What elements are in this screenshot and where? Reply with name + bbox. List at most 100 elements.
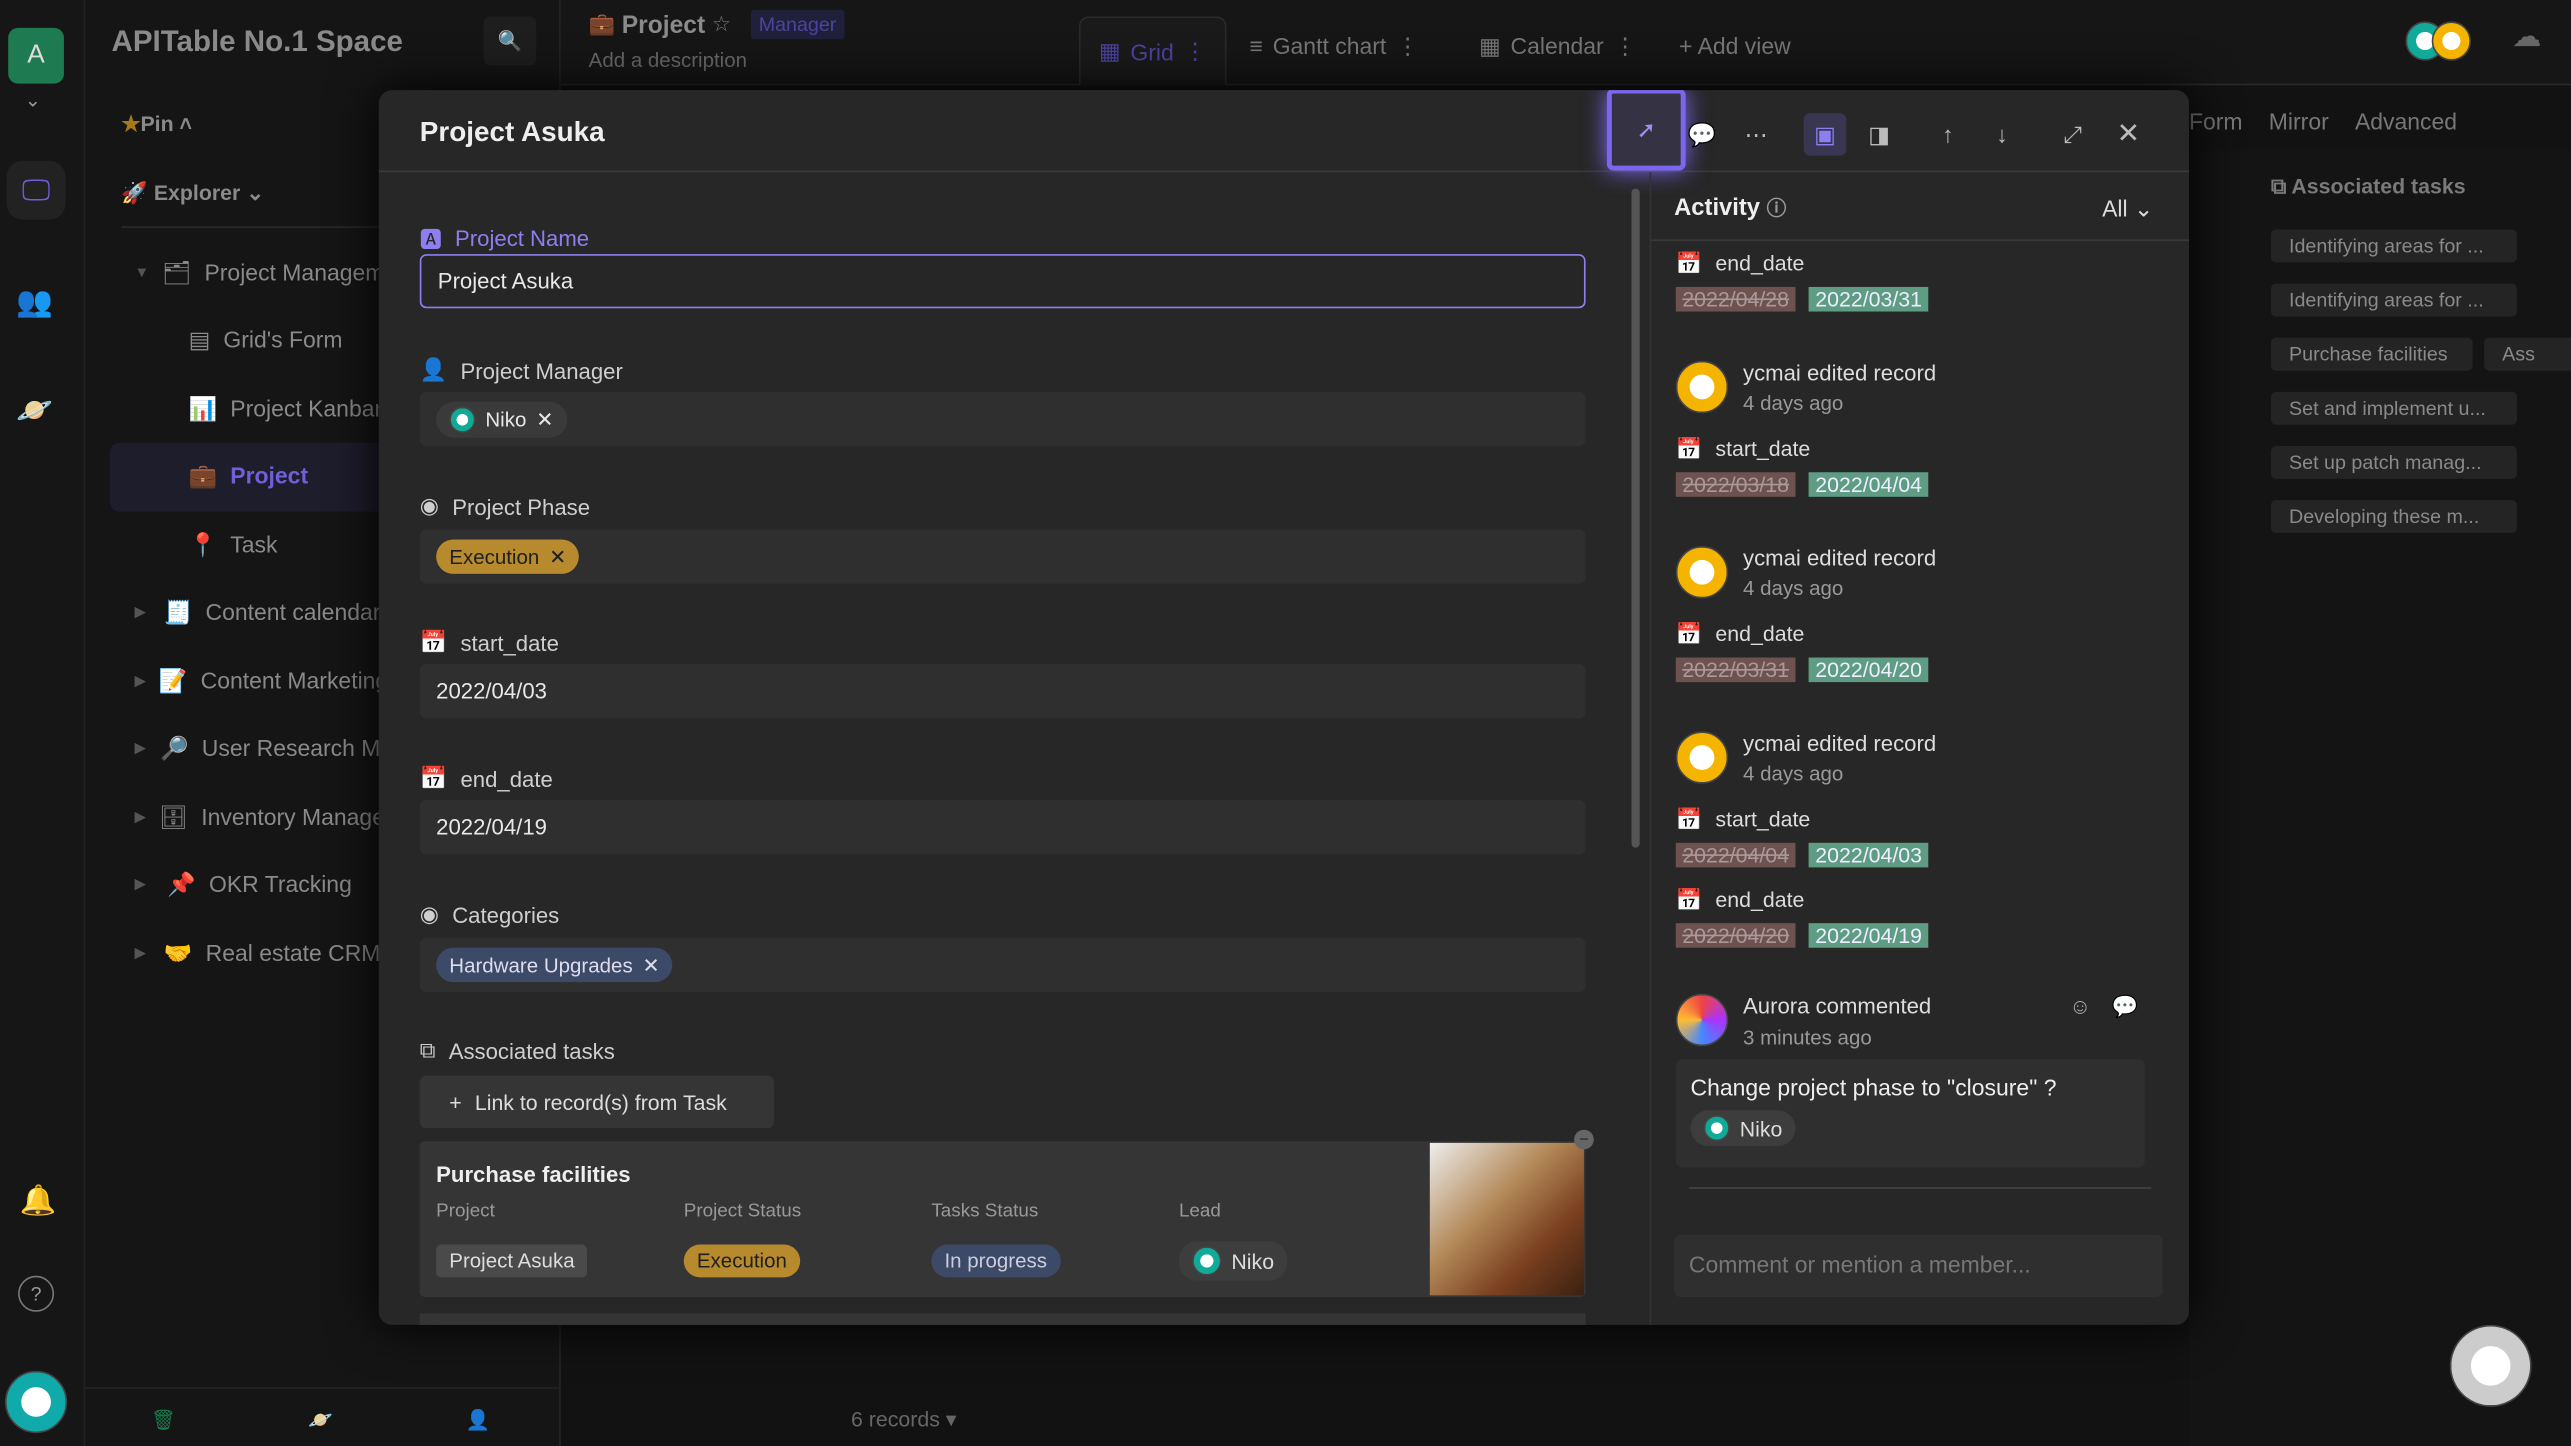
comment-text: Change project phase to "closure" ?	[1690, 1074, 2057, 1101]
star-icon: ★	[121, 111, 141, 137]
more-icon[interactable]: ⋯	[1735, 113, 1778, 156]
advanced-button[interactable]: Advanced	[2355, 107, 2457, 133]
column-header[interactable]: ⧉ Associated tasks	[2271, 174, 2466, 200]
user-avatar[interactable]	[4, 1370, 68, 1434]
mention-name: Niko	[1739, 1115, 1783, 1141]
tab-grid[interactable]: ▦ Grid ⋮	[1078, 16, 1227, 86]
card-header: Project Status	[683, 1201, 802, 1222]
tree-item-content-marketing[interactable]: ▶ 📝 Content Marketing	[134, 651, 380, 710]
more-icon[interactable]: ⋮	[1614, 33, 1637, 61]
more-icon[interactable]: ⋮	[1184, 38, 1207, 66]
task-card[interactable]: Purchase facilities Project Project Stat…	[419, 1141, 1586, 1298]
remove-icon[interactable]: ✕	[536, 407, 553, 431]
collaborator-avatars[interactable]	[2405, 21, 2472, 61]
cabinet-icon: 🗄	[158, 802, 189, 829]
more-icon[interactable]: ⋮	[1396, 33, 1419, 61]
tree-item-project-management[interactable]: ▼ 🗂 Project Management	[134, 243, 413, 302]
comment-input[interactable]: Comment or mention a member...	[1674, 1234, 2163, 1298]
help-icon[interactable]: ⓘ	[1767, 197, 1787, 220]
space-name: APITable No.1 Space	[111, 24, 403, 58]
grid-cell[interactable]: Identifying areas for ...	[2270, 229, 2517, 263]
datasheet-title[interactable]: Project	[622, 11, 705, 39]
tree-item-content-calendar[interactable]: ▶ 🧾 Content calendar	[134, 582, 380, 641]
sync-icon[interactable]: ☁	[2512, 20, 2542, 54]
reply-icon[interactable]: 💬	[2112, 994, 2139, 1020]
project-phase-label: ◉ Project Phase	[420, 494, 590, 520]
folder-icon: 🗂	[162, 258, 192, 285]
chevron-down-icon[interactable]: ⌄	[25, 89, 41, 112]
tree-item-project-kanban[interactable]: 📊 Project Kanban	[189, 379, 394, 438]
description-field[interactable]: Add a description	[589, 49, 747, 72]
star-icon[interactable]: ☆	[712, 11, 731, 37]
side-mode-icon[interactable]: ◨	[1858, 113, 1901, 156]
link-record-button[interactable]: + Link to record(s) from Task	[419, 1075, 774, 1129]
planet-icon[interactable]: 🪐	[16, 394, 53, 428]
tab-calendar[interactable]: ▦ Calendar ⋮	[1479, 33, 1637, 61]
field-name: start_date	[1715, 806, 1811, 832]
record-count[interactable]: 6 records ▾	[851, 1407, 956, 1433]
categories-field[interactable]: Hardware Upgrades ✕	[419, 937, 1586, 993]
arrow-up-icon[interactable]: ↑	[1927, 113, 1970, 156]
expand-icon[interactable]: ⤢	[2051, 113, 2094, 156]
workbench-icon[interactable]: 🖵	[6, 160, 66, 220]
remove-icon[interactable]: ✕	[643, 953, 660, 977]
grid-cell[interactable]: Identifying areas for ...	[2270, 283, 2517, 317]
link-icon: ⧉	[2270, 173, 2287, 199]
planet-icon[interactable]: 🪐	[308, 1409, 333, 1432]
receipt-icon: 🧾	[163, 597, 193, 624]
task-image	[1429, 1142, 1584, 1296]
activity-filter[interactable]: All ⌄	[2102, 195, 2153, 223]
project-phase-field[interactable]: Execution ✕	[419, 529, 1586, 584]
end-date-input[interactable]: 2022/04/19	[419, 800, 1586, 855]
grid-cell[interactable]: Developing these m...	[2270, 500, 2517, 533]
tree-item-real-estate[interactable]: ▶ 🤝 Real estate CRM	[134, 923, 380, 982]
close-icon[interactable]: ✕	[2107, 113, 2150, 156]
search-icon[interactable]: 🔍	[483, 16, 537, 66]
activity-title: Activity ⓘ	[1674, 193, 1786, 221]
memo-icon: 📝	[158, 666, 188, 693]
briefcase-icon: 💼	[588, 11, 616, 37]
add-view-label: Add view	[1697, 32, 1791, 60]
label-text: Project Phase	[452, 494, 591, 519]
contacts-icon[interactable]: 👥	[16, 285, 53, 319]
column-title: Associated tasks	[2291, 173, 2466, 199]
sidebar-footer: 🗑 🪐 👤	[85, 1387, 561, 1446]
tree-item-okr[interactable]: ▶ 📌 OKR Tracking	[134, 854, 380, 913]
avatar	[1675, 546, 1729, 599]
grid-cell[interactable]: Set up patch manag...	[2270, 445, 2517, 479]
new-value: 2022/04/03	[1808, 842, 1929, 868]
comment-icon[interactable]: 💬	[1681, 113, 1724, 156]
center-mode-icon[interactable]: ▣	[1803, 113, 1847, 156]
grid-cell[interactable]: Ass	[2484, 337, 2571, 371]
activity-feed-button[interactable]: ➚	[1606, 90, 1686, 171]
trash-icon[interactable]: 🗑	[151, 1409, 176, 1432]
remove-icon[interactable]: ✕	[549, 544, 566, 569]
task-card-next[interactable]	[419, 1313, 1586, 1325]
pin-section[interactable]: ★Pin ˄	[121, 111, 192, 137]
add-view-button[interactable]: + Add view	[1679, 33, 1791, 59]
assistant-avatar[interactable]	[2449, 1324, 2532, 1407]
tab-label: Grid	[1130, 38, 1174, 65]
grid-cell[interactable]: Purchase facilities	[2270, 337, 2473, 371]
entry-time: 4 days ago	[1743, 762, 1844, 786]
project-manager-field[interactable]: Niko ✕	[419, 391, 1586, 446]
project-name-label: 🅰 Project Name	[420, 221, 589, 254]
project-name-input[interactable]: Project Asuka	[419, 254, 1586, 309]
bell-icon[interactable]: 🔔	[20, 1184, 57, 1218]
emoji-icon[interactable]: ☺	[2069, 994, 2091, 1019]
grid-cell[interactable]: Set and implement u...	[2270, 391, 2517, 425]
tree-item-user-research[interactable]: ▶ 🔎 User Research M	[134, 718, 380, 777]
help-icon[interactable]: ?	[18, 1275, 55, 1312]
space-avatar[interactable]: A	[8, 27, 64, 84]
placeholder: Comment or mention a member...	[1688, 1251, 2031, 1278]
remove-record-icon[interactable]: −	[1574, 1129, 1594, 1150]
tree-item-inventory[interactable]: ▶ 🗄 Inventory Manage	[134, 787, 380, 846]
activity-panel: Activity ⓘ All ⌄ 📅 end_date 2022/04/28 2022…	[1649, 172, 2189, 1325]
mirror-button[interactable]: Mirror	[2269, 107, 2329, 133]
form-scrollbar[interactable]	[1631, 188, 1640, 848]
start-date-input[interactable]: 2022/04/03	[419, 664, 1586, 719]
invite-member-icon[interactable]: 👤	[466, 1409, 491, 1432]
tab-gantt[interactable]: ≡ Gantt chart ⋮	[1249, 33, 1419, 61]
form-button[interactable]: Form	[2189, 107, 2243, 133]
arrow-down-icon[interactable]: ↓	[1981, 113, 2024, 156]
